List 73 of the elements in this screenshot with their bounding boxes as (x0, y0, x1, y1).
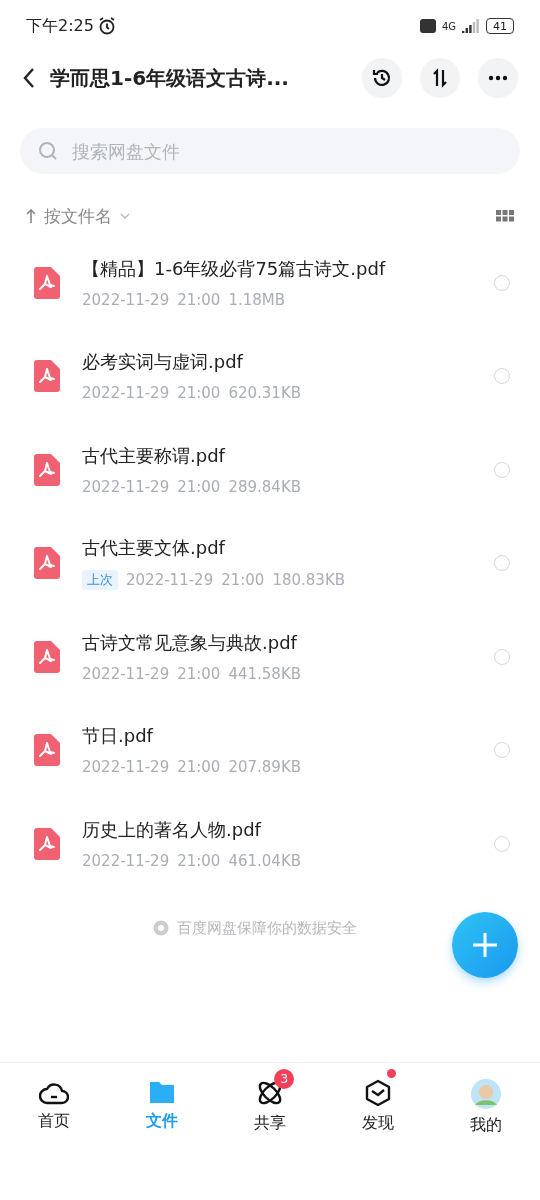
file-row[interactable]: 古代主要文体.pdf 上次 2022-11-29 21:00 180.83KB (0, 516, 540, 610)
status-time: 下午2:25 (26, 15, 94, 37)
search-icon (38, 141, 58, 161)
sort-selector[interactable]: 按文件名 (26, 204, 130, 228)
nav-tab[interactable]: 首页 (0, 1063, 108, 1137)
file-date: 2022-11-29 (126, 571, 214, 590)
nav-tab[interactable]: 我的 (432, 1063, 540, 1137)
battery-level: 41 (493, 19, 507, 33)
pdf-file-icon (34, 827, 60, 860)
file-row[interactable]: 古代主要称谓.pdf 2022-11-29 21:00 289.84KB (0, 423, 540, 517)
sort-button[interactable] (420, 58, 460, 98)
signal-icon (462, 19, 480, 33)
history-icon (371, 67, 393, 89)
add-button[interactable] (452, 912, 518, 978)
file-date: 2022-11-29 (82, 477, 170, 496)
file-date: 2022-11-29 (82, 851, 170, 870)
file-time: 21:00 (177, 477, 221, 496)
file-size: 441.58KB (228, 664, 302, 683)
network-type: 4G (441, 20, 456, 32)
file-time: 21:00 (177, 758, 221, 777)
file-date: 2022-11-29 (82, 758, 170, 777)
file-date: 2022-11-29 (82, 664, 170, 683)
file-size: 289.84KB (228, 477, 302, 496)
file-size: 620.31KB (228, 384, 302, 403)
nav-tab[interactable]: 共享 3 (216, 1063, 324, 1137)
file-date: 2022-11-29 (82, 290, 170, 309)
security-note: 百度网盘保障你的数据安全 (177, 918, 357, 938)
more-icon (488, 75, 508, 81)
avatar-icon (471, 1079, 501, 1109)
pdf-file-icon (34, 734, 60, 767)
file-row[interactable]: 历史上的著名人物.pdf 2022-11-29 21:00 461.04KB (0, 797, 540, 891)
arrow-up-icon (26, 209, 36, 223)
file-row[interactable]: 必考实词与虚词.pdf 2022-11-29 21:00 620.31KB (0, 329, 540, 423)
hexagon-clock-icon (364, 1079, 392, 1107)
file-size: 461.04KB (228, 851, 302, 870)
grid-view-icon[interactable] (496, 210, 514, 222)
nav-tab[interactable]: 发现 (324, 1063, 432, 1137)
chevron-down-icon (120, 213, 130, 219)
file-time: 21:00 (221, 571, 265, 590)
last-opened-tag: 上次 (82, 570, 118, 591)
history-button[interactable] (362, 58, 402, 98)
file-name: 古代主要称谓.pdf (82, 443, 227, 468)
pdf-file-icon (34, 453, 60, 486)
pdf-file-icon (34, 360, 60, 393)
search-field[interactable]: 搜索网盘文件 (20, 128, 520, 174)
pdf-file-icon (34, 547, 60, 580)
plus-icon (471, 931, 499, 959)
pdf-file-icon (34, 266, 60, 299)
file-name: 节日.pdf (82, 724, 155, 749)
file-time: 21:00 (177, 290, 221, 309)
pdf-file-icon (34, 640, 60, 673)
file-row[interactable]: 古诗文常见意象与典故.pdf 2022-11-29 21:00 441.58KB (0, 610, 540, 704)
file-name: 古诗文常见意象与典故.pdf (82, 630, 299, 655)
file-row[interactable]: 【精品】1-6年级必背75篇古诗文.pdf 2022-11-29 21:00 1.18MB (0, 236, 540, 330)
folder-title: 学而思1-6年级语文古诗... (50, 64, 290, 92)
file-row[interactable]: 节日.pdf 2022-11-29 21:00 207.89KB (0, 703, 540, 797)
file-time: 21:00 (177, 664, 221, 683)
more-button[interactable] (478, 58, 518, 98)
file-date: 2022-11-29 (82, 384, 170, 403)
file-size: 207.89KB (228, 758, 302, 777)
file-size: 180.83KB (272, 571, 346, 590)
hd-icon (419, 19, 436, 33)
folder-icon (148, 1079, 176, 1105)
file-time: 21:00 (177, 851, 221, 870)
back-icon[interactable] (22, 67, 36, 89)
file-size: 1.18MB (228, 290, 286, 309)
file-name: 古代主要文体.pdf (82, 536, 227, 561)
file-name: 【精品】1-6年级必背75篇古诗文.pdf (82, 256, 387, 281)
file-name: 必考实词与虚词.pdf (82, 350, 245, 375)
file-time: 21:00 (177, 384, 221, 403)
alarm-icon (97, 17, 116, 35)
file-name: 历史上的著名人物.pdf (82, 817, 263, 842)
count-badge: 3 (274, 1069, 295, 1089)
